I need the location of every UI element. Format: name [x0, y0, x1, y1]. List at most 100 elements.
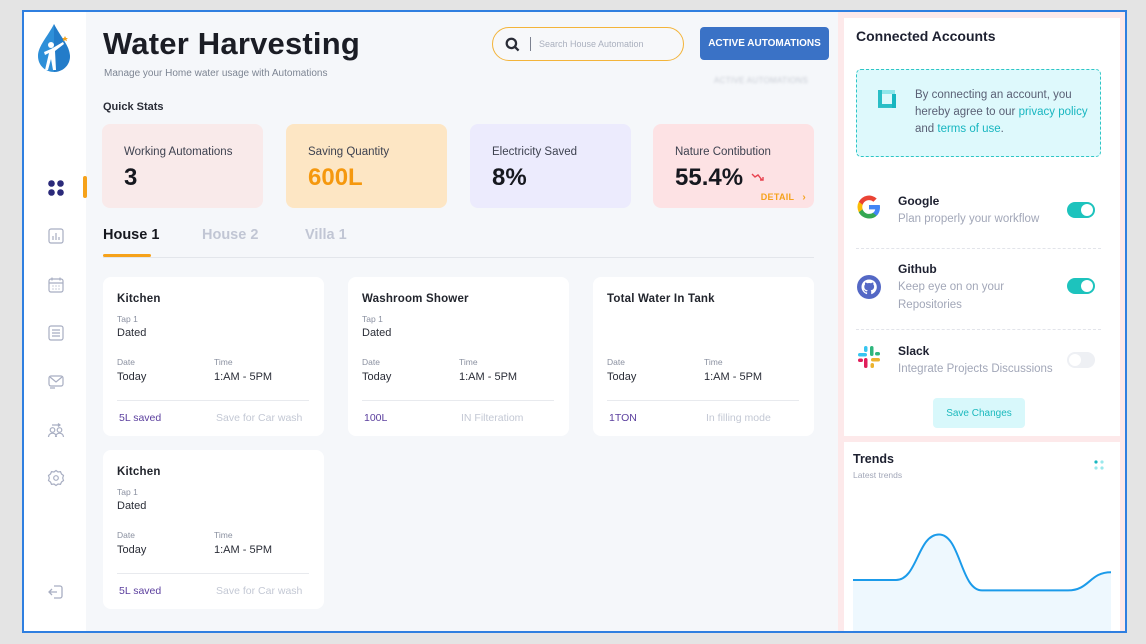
time-label: Time: [214, 357, 233, 367]
account-description: Integrate Projects Discussions: [898, 363, 1053, 375]
quick-stats-label: Quick Stats: [103, 101, 164, 113]
detail-link[interactable]: DETAIL ›: [761, 192, 806, 203]
search-box[interactable]: [492, 27, 684, 61]
trend-down-icon: [751, 173, 764, 181]
tab-house-1[interactable]: House 1: [103, 227, 159, 243]
sidebar-item-dashboard[interactable]: [46, 178, 66, 198]
agreement-text: By connecting an account, you hereby agr…: [915, 87, 1095, 138]
stat-label: Working Automations: [124, 146, 233, 158]
card-title: Washroom Shower: [362, 293, 469, 305]
sidebar-item-users[interactable]: [46, 421, 66, 441]
time-value: 1:AM - 5PM: [214, 371, 273, 383]
account-name: Github: [898, 262, 937, 276]
main-content: Water Harvesting Manage your Home water …: [86, 12, 838, 631]
card-divider: [607, 400, 799, 401]
search-separator: [530, 37, 531, 51]
card-divider: [117, 573, 309, 574]
notice-text-part: and: [915, 123, 938, 135]
water-drop-logo-icon[interactable]: [36, 22, 72, 74]
card-tap-value: Dated: [117, 327, 147, 339]
automation-card-washroom-shower[interactable]: Washroom Shower Tap 1 Dated Date Today Ti…: [348, 277, 569, 436]
stat-value: 600L: [308, 164, 363, 191]
time-value: 1:AM - 5PM: [459, 371, 518, 383]
sidebar-item-settings[interactable]: [46, 468, 66, 488]
users-icon: [47, 423, 65, 438]
trends-title: Trends: [853, 452, 894, 466]
terms-of-use-link[interactable]: terms of use: [937, 123, 1000, 135]
crop-frame-icon: [878, 90, 896, 108]
dots-grid-icon[interactable]: [1093, 459, 1105, 471]
time-value: 1:AM - 5PM: [704, 371, 763, 383]
card-title: Total Water In Tank: [607, 293, 715, 305]
stat-card-nature-contribution: Nature Contibution 55.4% DETAIL ›: [653, 124, 814, 208]
toggle-knob: [1081, 204, 1093, 216]
stat-card-saving-quantity: Saving Quantity 600L: [286, 124, 447, 208]
sidebar-item-list[interactable]: [46, 323, 66, 343]
stat-label: Nature Contibution: [675, 146, 771, 158]
account-description: Plan properly your workflow: [898, 213, 1040, 225]
card-saved-value: 100L: [364, 412, 388, 424]
privacy-policy-link[interactable]: privacy policy: [1019, 106, 1088, 118]
card-tap-value: Dated: [117, 500, 147, 512]
page-subtitle: Manage your Home water usage with Automa…: [104, 68, 328, 79]
date-value: Today: [117, 544, 147, 556]
logout-button[interactable]: [46, 582, 66, 602]
account-name: Slack: [898, 344, 930, 358]
google-icon: [857, 195, 880, 219]
sidebar-item-reports[interactable]: [46, 226, 66, 246]
gear-icon: [47, 469, 65, 487]
stat-label: Electricity Saved: [492, 146, 578, 158]
date-label: Date: [117, 357, 135, 367]
card-saved-value: 5L saved: [119, 585, 162, 597]
slack-toggle[interactable]: [1067, 352, 1095, 368]
card-tap-label: Tap 1: [117, 314, 138, 324]
stat-label: Saving Quantity: [308, 146, 390, 158]
sidebar: [24, 12, 87, 631]
card-status: IN Filteratiom: [461, 412, 524, 424]
github-toggle[interactable]: [1067, 278, 1095, 294]
stat-value: 3: [124, 164, 138, 191]
active-tab-underline: [103, 254, 151, 257]
stat-value: 55.4%: [675, 164, 744, 191]
google-toggle[interactable]: [1067, 202, 1095, 218]
chevron-right-icon: ›: [802, 192, 806, 203]
account-divider: [856, 329, 1101, 330]
agreement-notice: By connecting an account, you hereby agr…: [856, 69, 1101, 157]
page-title: Water Harvesting: [103, 26, 361, 61]
search-input[interactable]: [539, 39, 669, 49]
card-tap-label: Tap 1: [362, 314, 383, 324]
automation-card-total-water[interactable]: Total Water In Tank Date Today Time 1:AM -…: [593, 277, 814, 436]
card-divider: [117, 400, 309, 401]
tab-villa-1[interactable]: Villa 1: [305, 227, 347, 243]
account-name: Google: [898, 194, 940, 208]
date-value: Today: [117, 371, 147, 383]
card-title: Kitchen: [117, 466, 161, 478]
date-value: Today: [362, 371, 392, 383]
app-window: Water Harvesting Manage your Home water …: [22, 10, 1127, 633]
time-label: Time: [704, 357, 723, 367]
time-value: 1:AM - 5PM: [214, 544, 273, 556]
time-label: Time: [214, 530, 233, 540]
automation-card-kitchen-2[interactable]: Kitchen Tap 1 Dated Date Today Time 1:AM -…: [103, 450, 324, 609]
sidebar-item-calendar[interactable]: [46, 275, 66, 295]
tab-house-2[interactable]: House 2: [202, 227, 258, 243]
active-automations-button[interactable]: ACTIVE AUTOMATIONS: [700, 27, 829, 60]
stat-value: 8%: [492, 164, 527, 191]
calendar-icon: [48, 277, 64, 293]
message-icon: [48, 375, 64, 389]
date-label: Date: [117, 530, 135, 540]
automation-card-kitchen[interactable]: Kitchen Tap 1 Dated Date Today Time 1:AM -…: [103, 277, 324, 436]
date-label: Date: [607, 357, 625, 367]
grid-icon: [48, 180, 64, 196]
search-icon: [505, 37, 520, 51]
card-title: Kitchen: [117, 293, 161, 305]
card-saved-value: 1TON: [609, 412, 637, 424]
save-changes-button[interactable]: Save Changes: [933, 398, 1025, 428]
account-divider: [856, 248, 1101, 249]
github-icon: [857, 275, 881, 299]
active-automations-ghost-label: ACTIVE AUTOMATIONS: [714, 76, 809, 85]
sidebar-item-messages[interactable]: [46, 372, 66, 392]
card-divider: [362, 400, 554, 401]
stat-card-electricity-saved: Electricity Saved 8%: [470, 124, 631, 208]
account-description: Keep eye on on your Repositories: [898, 281, 1005, 311]
